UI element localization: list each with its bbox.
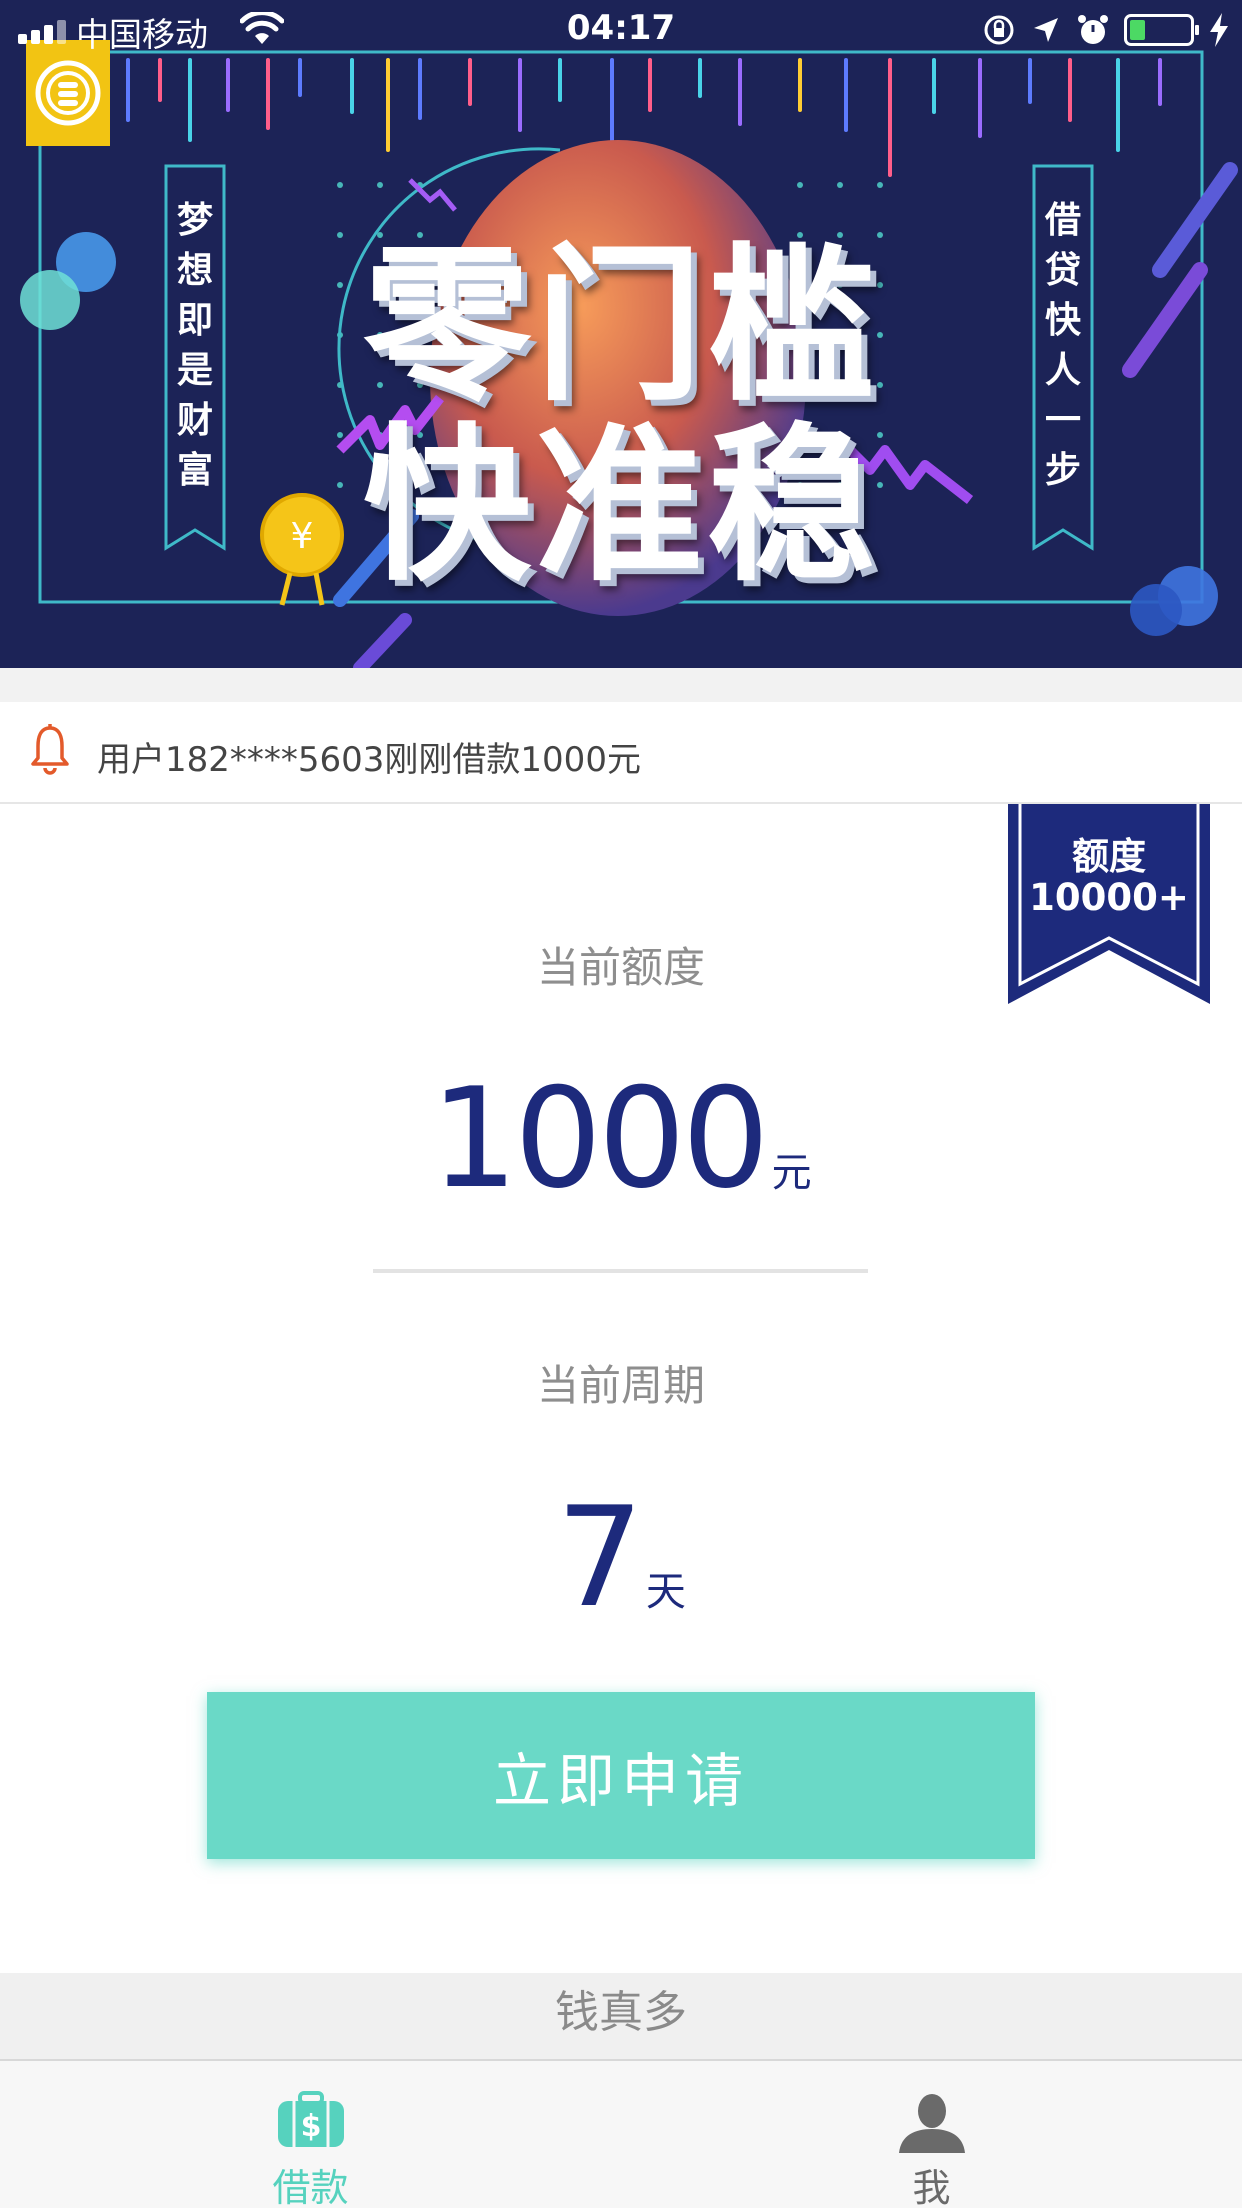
credit-amount-value: 1000 bbox=[430, 1058, 769, 1219]
location-arrow-icon bbox=[1034, 18, 1058, 42]
period-label: 当前周期 bbox=[536, 1361, 705, 1410]
credit-label: 当前额度 bbox=[536, 943, 705, 992]
promo-banner[interactable]: ¥ 中国移动 04:17 零门槛 快准稳 梦 想 即 是 财 富 借 贷 快 人… bbox=[0, 0, 1242, 668]
quota-badge-value: 10000+ bbox=[1029, 876, 1189, 919]
tab-me-label: 我 bbox=[912, 2166, 951, 2208]
tab-me[interactable]: 我 bbox=[621, 2061, 1242, 2208]
banner-right-slogan: 借贷快人一步 bbox=[1044, 200, 1081, 491]
bell-icon bbox=[31, 724, 69, 775]
loan-notice-bar: 用户182****5603刚刚借款1000元 bbox=[0, 702, 1242, 804]
period-days: 7天 bbox=[0, 1477, 1242, 1638]
status-bar: 中国移动 04:17 bbox=[0, 0, 1242, 58]
tab-bar: $ 借款 我 bbox=[0, 2061, 1242, 2208]
svg-text:$: $ bbox=[300, 2109, 321, 2144]
tab-loan-label: 借款 bbox=[272, 2166, 349, 2208]
period-days-value: 7 bbox=[556, 1477, 644, 1638]
orientation-lock-icon bbox=[984, 15, 1014, 45]
notice-text: 用户182****5603刚刚借款1000元 bbox=[97, 740, 641, 780]
money-bag-icon: $ bbox=[277, 2091, 344, 2147]
credit-amount-unit: 元 bbox=[771, 1150, 812, 1196]
quota-badge-label: 额度 bbox=[1072, 835, 1146, 878]
brand-footer: 钱真多 bbox=[0, 1973, 1242, 2061]
battery-icon bbox=[1124, 14, 1199, 46]
credit-amount: 1000 元 bbox=[0, 1058, 1242, 1219]
alarm-clock-icon bbox=[1078, 15, 1108, 44]
period-days-unit: 天 bbox=[645, 1569, 686, 1615]
tab-loan[interactable]: $ 借款 bbox=[0, 2061, 621, 2208]
user-icon bbox=[898, 2094, 965, 2153]
coin-stack-icon bbox=[35, 60, 101, 126]
section-gap bbox=[0, 668, 1242, 702]
apply-now-button[interactable]: 立即申请 bbox=[207, 1692, 1035, 1859]
divider bbox=[373, 1269, 868, 1273]
banner-left-slogan: 梦想即是财富 bbox=[176, 200, 213, 491]
charging-bolt-icon bbox=[1210, 13, 1228, 47]
